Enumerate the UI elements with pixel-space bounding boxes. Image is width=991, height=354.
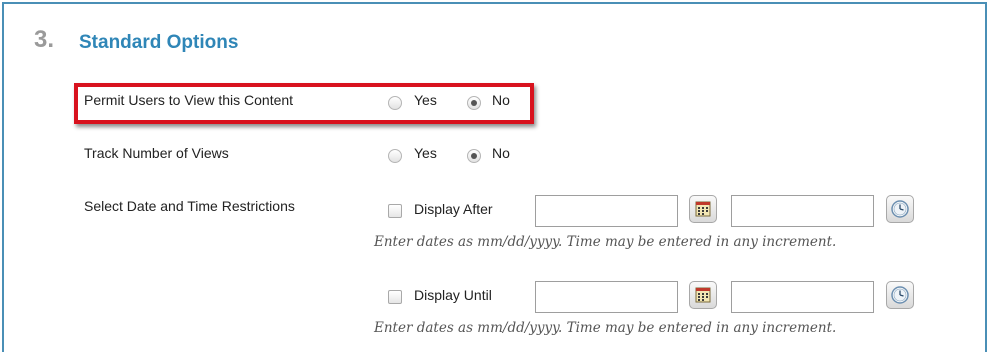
calendar-icon xyxy=(695,201,711,217)
track-views-label: Track Number of Views xyxy=(84,145,229,161)
display-until-clock-button[interactable] xyxy=(886,281,914,309)
date-restrictions-label: Select Date and Time Restrictions xyxy=(84,198,295,214)
display-after-calendar-button[interactable] xyxy=(689,195,717,223)
track-views-no-radio[interactable] xyxy=(467,149,481,163)
display-until-time-input[interactable] xyxy=(731,281,874,313)
highlight-box xyxy=(74,83,534,124)
display-until-label[interactable]: Display Until xyxy=(414,287,492,303)
track-views-yes-label[interactable]: Yes xyxy=(414,145,437,161)
display-after-checkbox[interactable] xyxy=(388,204,402,218)
display-after-label[interactable]: Display After xyxy=(414,201,493,217)
calendar-icon xyxy=(695,287,711,303)
display-until-checkbox[interactable] xyxy=(388,290,402,304)
section-title: Standard Options xyxy=(79,32,239,53)
track-views-yes-radio[interactable] xyxy=(388,149,402,163)
display-after-clock-button[interactable] xyxy=(886,195,914,223)
display-until-hint: Enter dates as mm/dd/yyyy. Time may be e… xyxy=(374,320,837,336)
display-until-date-input[interactable] xyxy=(535,281,678,313)
track-views-no-label[interactable]: No xyxy=(492,145,510,161)
display-after-hint: Enter dates as mm/dd/yyyy. Time may be e… xyxy=(374,234,837,250)
clock-icon xyxy=(891,286,909,304)
clock-icon xyxy=(891,200,909,218)
display-after-time-input[interactable] xyxy=(731,195,874,227)
display-until-calendar-button[interactable] xyxy=(689,281,717,309)
step-number: 3. xyxy=(34,26,55,53)
display-after-date-input[interactable] xyxy=(535,195,678,227)
